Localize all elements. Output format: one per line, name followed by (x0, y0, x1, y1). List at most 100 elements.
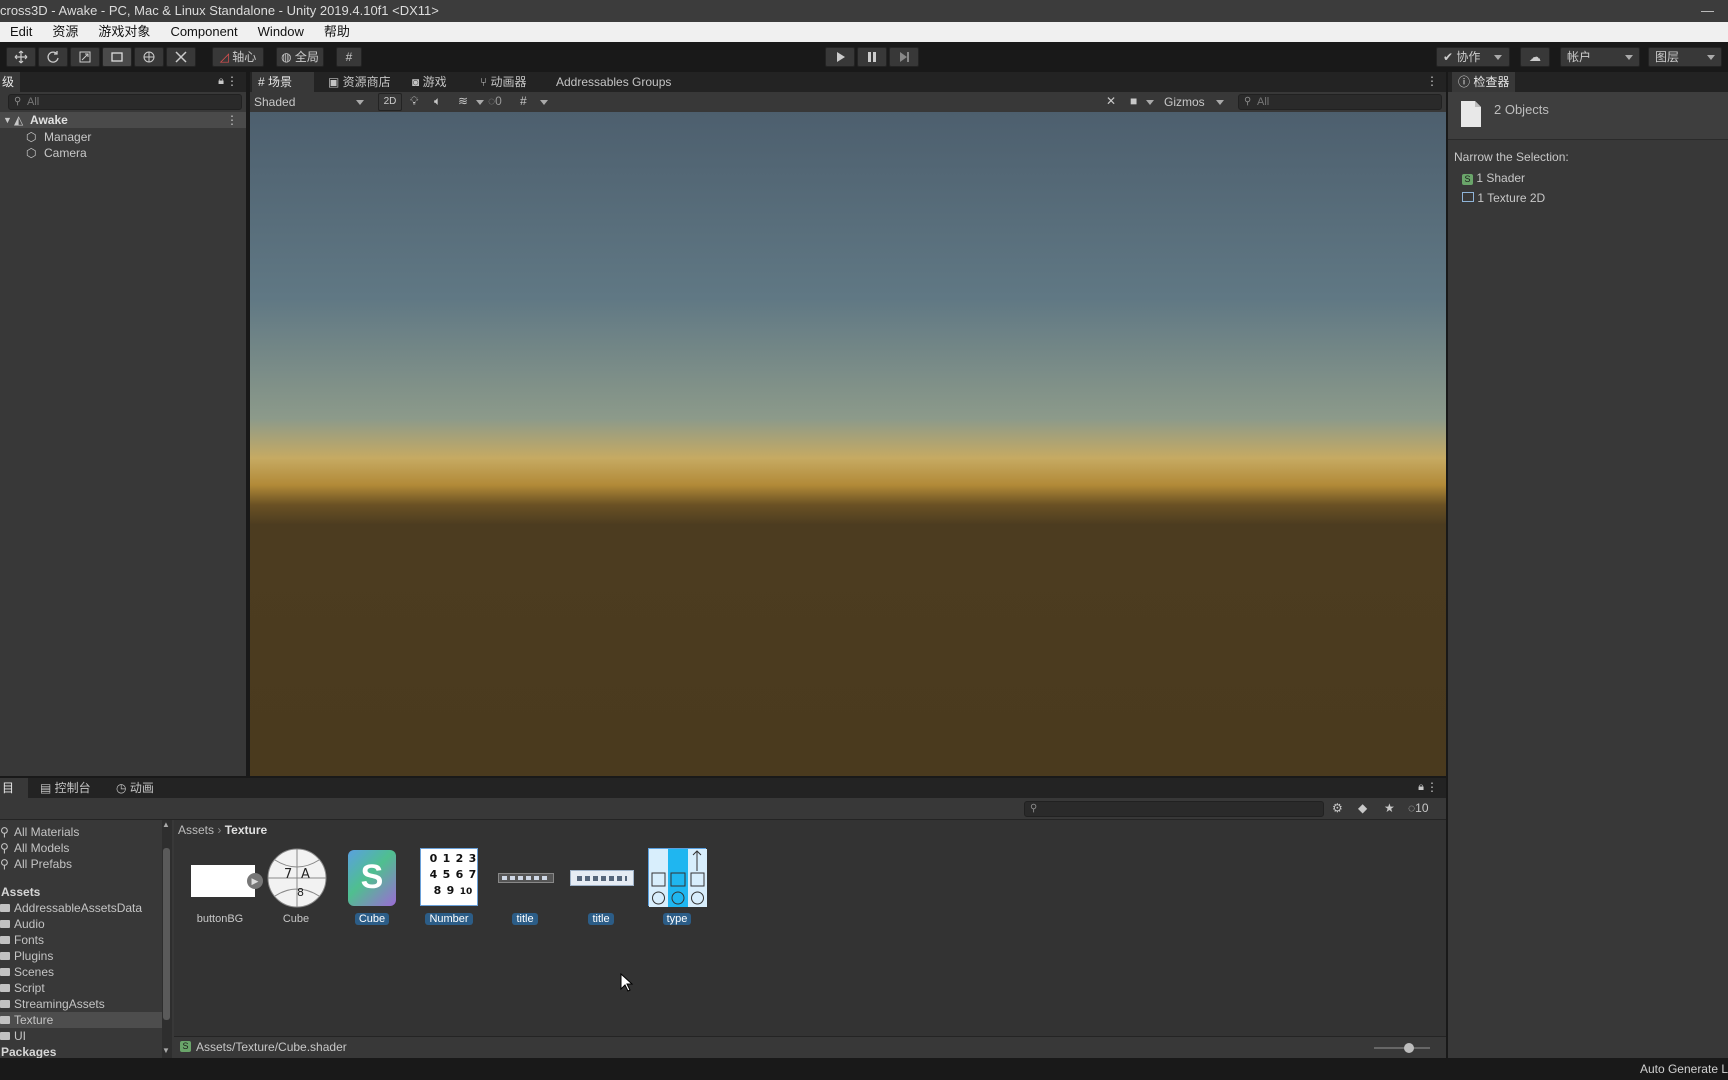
hierarchy-item[interactable]: ⬡ Manager (0, 129, 246, 145)
scene-name: Awake (30, 113, 68, 127)
folder-item[interactable]: AddressableAssetsData (0, 900, 142, 916)
tab-asset-store[interactable]: ▣ 资源商店 (322, 72, 397, 92)
layers-dropdown[interactable]: 图层 (1648, 47, 1722, 67)
hidden-eye-icon[interactable]: ◌0 (488, 94, 502, 108)
folder-item[interactable]: Scenes (0, 964, 54, 980)
scrollbar-thumb[interactable] (163, 848, 170, 1020)
tools-icon[interactable]: ✕ (1106, 94, 1116, 108)
snap-button[interactable]: # (336, 47, 362, 67)
hidden-packages-toggle[interactable]: ◌10 (1408, 801, 1429, 815)
custom-tool-button[interactable] (166, 47, 196, 67)
camera-icon[interactable]: ■ (1130, 94, 1137, 108)
folder-item[interactable]: StreamingAssets (0, 996, 105, 1012)
cloud-button[interactable]: ☁ (1520, 47, 1550, 67)
slider-thumb[interactable] (1404, 1043, 1414, 1053)
tab-addressables[interactable]: Addressables Groups (550, 72, 677, 92)
play-icon (837, 52, 845, 62)
rotate-tool-button[interactable] (38, 47, 68, 67)
scroll-up-icon[interactable]: ▲ (162, 820, 170, 829)
hierarchy-item[interactable]: ⬡ Camera (0, 145, 246, 161)
menu-window[interactable]: Window (248, 22, 314, 42)
asset-cube-texture[interactable]: 7 A 8 Cube (263, 848, 329, 930)
audio-icon[interactable]: 🔈︎ (434, 94, 441, 109)
scroll-down-icon[interactable]: ▼ (162, 1046, 170, 1055)
play-expand-icon[interactable]: ▶ (247, 873, 263, 889)
collab-dropdown[interactable]: ✔ 协作 (1436, 47, 1510, 67)
folder-item[interactable]: Script (0, 980, 45, 996)
thumbnail-size-slider[interactable] (1374, 1043, 1430, 1053)
asset-thumbnail (496, 848, 554, 906)
asset-title-1[interactable]: title (492, 848, 558, 930)
tab-animator[interactable]: ⑂ 动画器 (474, 72, 533, 92)
menu-gameobject[interactable]: 游戏对象 (88, 22, 160, 42)
favorite-star-icon[interactable]: ★ (1384, 801, 1395, 815)
gizmos-dropdown[interactable]: Gizmos (1164, 93, 1226, 111)
scene-search-input[interactable]: All (1238, 94, 1442, 110)
lighting-icon[interactable]: 💡︎ (410, 94, 418, 109)
chevron-down-icon[interactable] (540, 100, 548, 105)
favorite-all-prefabs[interactable]: ⚲ All Prefabs (0, 856, 72, 872)
minimize-button[interactable]: — (1701, 0, 1714, 22)
menu-edit[interactable]: Edit (0, 22, 42, 42)
tab-hierarchy[interactable]: 级 (0, 72, 21, 92)
asset-type[interactable]: type (644, 848, 710, 930)
chevron-down-icon[interactable] (476, 100, 484, 105)
pivot-toggle[interactable]: ◿ 轴心 (212, 47, 264, 67)
step-button[interactable] (889, 47, 919, 67)
narrow-item-shader[interactable]: S 1 Shader (1462, 170, 1525, 186)
menu-component[interactable]: Component (160, 22, 247, 42)
asset-buttonbg[interactable]: ▶ buttonBG (187, 848, 263, 930)
2d-toggle[interactable]: 2D (378, 93, 402, 111)
effects-icon[interactable]: ≋ (458, 94, 468, 108)
menu-assets[interactable]: 资源 (42, 22, 88, 42)
console-icon: ▤ (40, 781, 55, 795)
account-dropdown[interactable]: 帐户 (1560, 47, 1640, 67)
move-tool-button[interactable] (6, 47, 36, 67)
asset-title-2[interactable]: title (568, 848, 634, 930)
asset-cube-shader[interactable]: S Cube (339, 848, 405, 930)
project-search-input[interactable] (1024, 801, 1324, 817)
tab-console[interactable]: ▤ 控制台 (34, 778, 97, 798)
expand-triangle-icon[interactable]: ▼ (3, 112, 12, 128)
tab-project[interactable]: 目 (0, 778, 28, 798)
favorite-all-models[interactable]: ⚲ All Models (0, 840, 69, 856)
scale-tool-button[interactable] (70, 47, 100, 67)
lock-icon[interactable]: 🔒︎ (1418, 781, 1424, 794)
breadcrumb-assets[interactable]: Assets (178, 823, 214, 837)
pause-button[interactable] (857, 47, 887, 67)
folder-item-selected[interactable]: Texture (0, 1012, 162, 1028)
tab-animation[interactable]: ◷ 动画 (110, 778, 160, 798)
folder-item[interactable]: Plugins (0, 948, 53, 964)
assets-root[interactable]: Assets (0, 884, 40, 900)
grid-toggle-icon[interactable]: # (520, 94, 527, 108)
folder-item[interactable]: Fonts (0, 932, 44, 948)
tab-game[interactable]: ◙ 游戏 (406, 72, 453, 92)
transform-tool-button[interactable] (134, 47, 164, 67)
folder-item[interactable]: UI (0, 1028, 26, 1044)
more-menu-icon[interactable]: ⋮ (1426, 74, 1438, 88)
rect-tool-button[interactable] (102, 47, 132, 67)
tab-scene[interactable]: # 场景 (252, 72, 314, 92)
search-by-type-icon[interactable]: ⚙ (1332, 801, 1343, 815)
hierarchy-search-input[interactable]: All (8, 94, 242, 110)
breadcrumb-texture[interactable]: Texture (225, 823, 267, 837)
favorite-all-materials[interactable]: ⚲ All Materials (0, 824, 79, 840)
folder-tree-scrollbar[interactable]: ▲ ▼ (162, 820, 172, 1058)
asset-number[interactable]: 0123 4567 8 9 10 Number (416, 848, 482, 930)
lock-icon[interactable]: 🔒︎ (218, 75, 224, 88)
scene-viewport[interactable] (250, 112, 1446, 778)
label-tag-icon[interactable]: ◆ (1358, 801, 1367, 815)
scene-menu-icon[interactable]: ⋮ (226, 112, 238, 128)
play-button[interactable] (825, 47, 855, 67)
document-icon (1461, 101, 1481, 127)
more-menu-icon[interactable]: ⋮ (1426, 780, 1438, 794)
chevron-down-icon[interactable] (1146, 100, 1154, 105)
tab-inspector[interactable]: ⓘ 检查器 (1452, 72, 1516, 92)
scene-row[interactable]: ▼ ◭ Awake ⋮ (0, 112, 246, 128)
narrow-item-texture[interactable]: 1 Texture 2D (1462, 190, 1545, 206)
more-menu-icon[interactable]: ⋮ (226, 74, 238, 88)
shading-mode-dropdown[interactable]: Shaded (254, 93, 366, 111)
global-toggle[interactable]: ◍ 全局 (276, 47, 324, 67)
folder-item[interactable]: Audio (0, 916, 45, 932)
menu-help[interactable]: 帮助 (314, 22, 360, 42)
